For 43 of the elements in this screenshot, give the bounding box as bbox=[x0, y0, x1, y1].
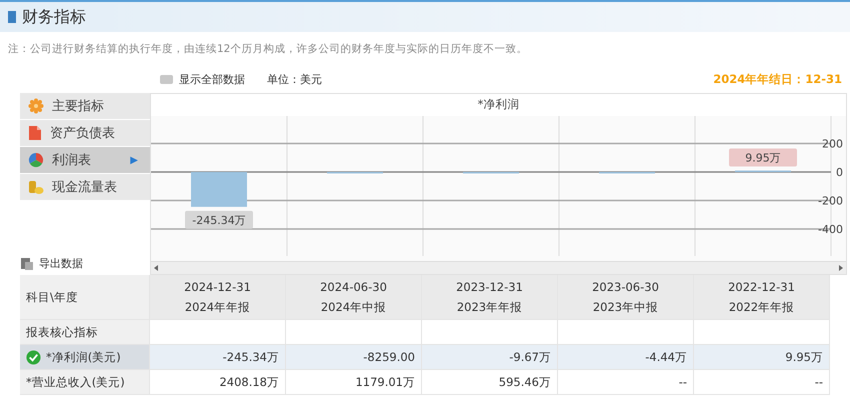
chart-title: *净利润 bbox=[151, 94, 846, 116]
table-cell: 595.46万 bbox=[422, 370, 558, 395]
table-cell: -8259.00 bbox=[286, 345, 422, 370]
check-icon bbox=[26, 350, 41, 364]
column-header: 2022-12-31 2022年年报 bbox=[694, 275, 830, 320]
value-tooltip: -245.34万 bbox=[185, 210, 253, 229]
sidebar-item[interactable]: 现金流量表 bbox=[20, 174, 150, 201]
export-icon bbox=[20, 256, 34, 270]
row-label[interactable]: *净利润(美元) bbox=[20, 345, 150, 370]
table-cell: -245.34万 bbox=[150, 345, 286, 370]
table-cell: -- bbox=[558, 370, 694, 395]
column-header: 2023-06-30 2023年中报 bbox=[558, 275, 694, 320]
axis-tick-label: -400 bbox=[818, 222, 843, 236]
value-tooltip: 9.95万 bbox=[729, 148, 797, 167]
header-icon bbox=[8, 11, 16, 23]
column-header: 2024-06-30 2024年中报 bbox=[286, 275, 422, 320]
table-cell: 9.95万 bbox=[694, 345, 830, 370]
note-text: 注：公司进行财务结算的执行年度，由连续12个历月构成，许多公司的财务年度与实际的日历年度不一致。 bbox=[7, 42, 528, 57]
table-cell: -9.67万 bbox=[422, 345, 558, 370]
row-label[interactable]: *营业总收入(美元) bbox=[20, 370, 150, 395]
year-end-label: 2024年年结日：12-31 bbox=[713, 72, 842, 86]
axis-tick-label: 0 bbox=[836, 166, 843, 179]
scrollbar[interactable] bbox=[151, 261, 846, 274]
unit-label: 单位：美元 bbox=[267, 72, 322, 86]
export-button[interactable]: 导出数据 bbox=[20, 256, 150, 275]
column-header: 2023-12-31 2023年年报 bbox=[422, 275, 558, 320]
sidebar-item[interactable]: 利润表 ▶ bbox=[20, 147, 150, 174]
axis-tick-label: -200 bbox=[818, 194, 843, 208]
column-header: 2024-12-31 2024年年报 bbox=[150, 275, 286, 320]
coins-icon bbox=[28, 179, 44, 195]
table-cell: -- bbox=[694, 370, 830, 395]
table-cell: 1179.01万 bbox=[286, 370, 422, 395]
show-all-button[interactable]: 显示全部数据 bbox=[160, 72, 245, 86]
sidebar-item[interactable]: 主要指标 bbox=[20, 93, 150, 120]
axis-tick-label: 200 bbox=[822, 137, 843, 150]
table-header-cell: 科目\年度 bbox=[20, 275, 150, 320]
page-title: 财务指标 bbox=[22, 6, 86, 28]
table-cell: 2408.18万 bbox=[150, 370, 286, 395]
section-label: 报表核心指标 bbox=[20, 320, 150, 345]
sidebar-item[interactable]: 资产负债表 bbox=[20, 120, 150, 147]
table-cell: -4.44万 bbox=[558, 345, 694, 370]
arrow-icon: ▶ bbox=[130, 154, 138, 166]
document-icon bbox=[28, 125, 42, 141]
